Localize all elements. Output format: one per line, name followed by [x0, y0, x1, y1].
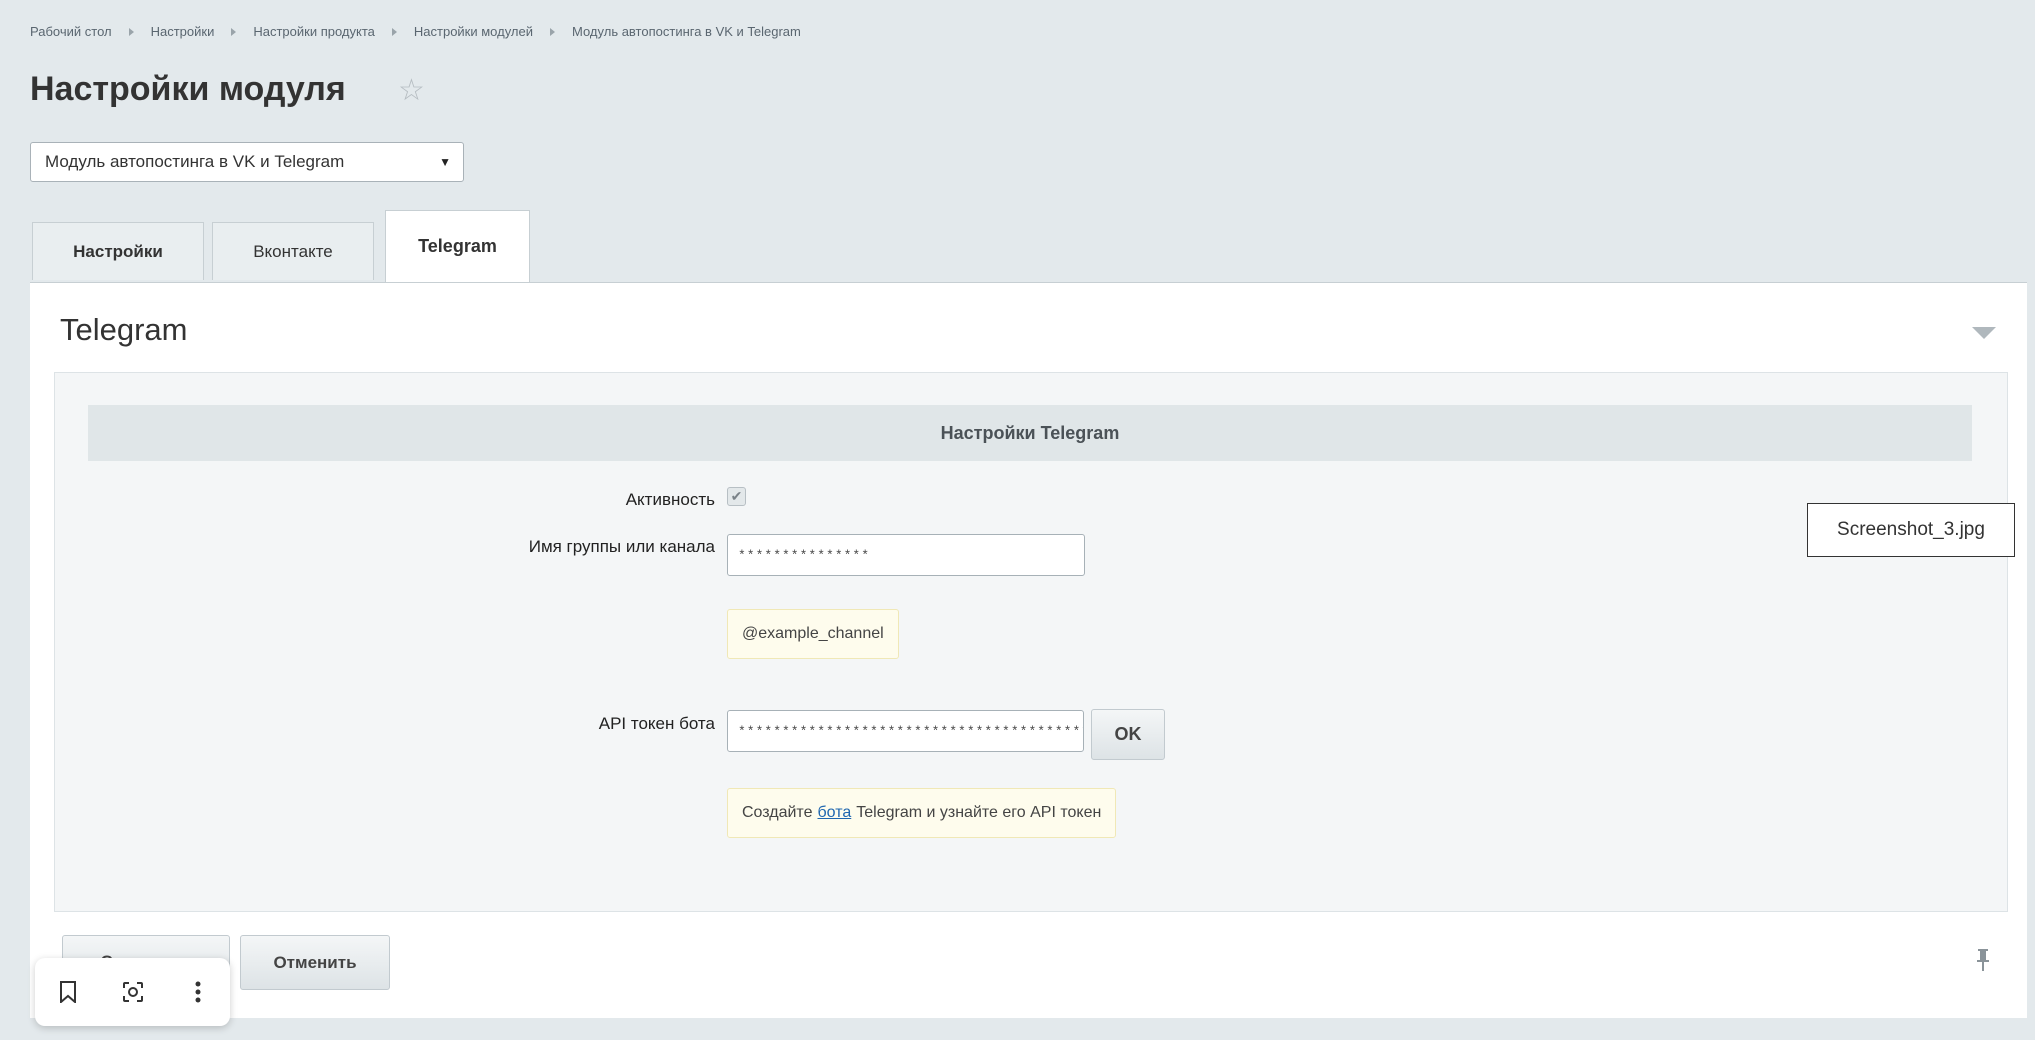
- star-icon[interactable]: ☆: [398, 76, 425, 106]
- tab-settings[interactable]: Настройки: [32, 222, 204, 280]
- module-select-value: Модуль автопостинга в VK и Telegram: [45, 152, 345, 171]
- group-name-label: Имя группы или канала: [528, 537, 715, 556]
- breadcrumb-separator-icon: [231, 27, 237, 36]
- breadcrumb-item-product-settings[interactable]: Настройки продукта: [253, 24, 375, 39]
- bookmark-icon[interactable]: [51, 975, 85, 1009]
- breadcrumb-item-desktop[interactable]: Рабочий стол: [30, 24, 112, 39]
- chevron-down-icon: ▼: [439, 155, 451, 169]
- triangle-down-icon[interactable]: [1972, 327, 1996, 339]
- breadcrumb-separator-icon: [391, 27, 397, 36]
- cancel-button[interactable]: Отменить: [240, 935, 390, 990]
- breadcrumb-separator-icon: [550, 27, 556, 36]
- form-header: Настройки Telegram: [88, 405, 1972, 461]
- breadcrumb-separator-icon: [128, 27, 134, 36]
- section-title: Telegram: [60, 312, 188, 347]
- api-token-hint: Создайте бота Telegram и узнайте его API…: [727, 788, 1117, 838]
- breadcrumb: Рабочий стол Настройки Настройки продукт…: [30, 24, 801, 39]
- tab-telegram[interactable]: Telegram: [385, 210, 530, 282]
- api-token-label: API токен бота: [598, 714, 715, 733]
- floating-toolbar: [35, 958, 230, 1026]
- page-title: Настройки модуля: [30, 70, 346, 108]
- active-checkbox[interactable]: ✔: [727, 487, 746, 506]
- group-name-hint: @example_channel: [727, 609, 899, 659]
- breadcrumb-item-settings[interactable]: Настройки: [151, 24, 215, 39]
- active-label: Активность: [625, 490, 715, 509]
- api-token-input[interactable]: ****************************************…: [727, 710, 1084, 752]
- breadcrumb-item-current-module[interactable]: Модуль автопостинга в VK и Telegram: [572, 24, 801, 39]
- group-name-input[interactable]: ***************: [727, 534, 1085, 576]
- file-name-label: Screenshot_3.jpg: [1807, 503, 2015, 557]
- tab-vkontakte[interactable]: Вконтакте: [212, 222, 374, 280]
- breadcrumb-item-module-settings[interactable]: Настройки модулей: [414, 24, 533, 39]
- hint-text-before: Создайте: [742, 804, 813, 821]
- more-vertical-icon[interactable]: [181, 975, 215, 1009]
- bot-link[interactable]: бота: [817, 804, 851, 822]
- pin-icon[interactable]: [1976, 948, 1990, 972]
- lens-icon[interactable]: [116, 975, 150, 1009]
- ok-button[interactable]: OK: [1091, 709, 1165, 760]
- module-select[interactable]: Модуль автопостинга в VK и Telegram ▼: [30, 142, 464, 182]
- hint-text-after: Telegram и узнайте его API токен: [856, 804, 1102, 821]
- check-icon: ✔: [730, 488, 743, 504]
